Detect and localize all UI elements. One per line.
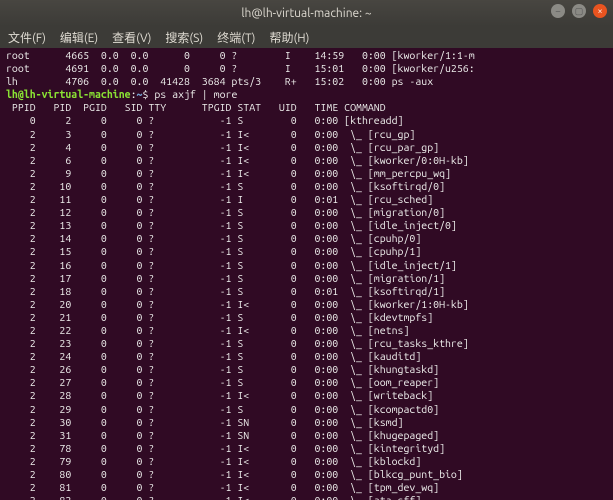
process-row: 2 16 0 0 ? -1 S 0 0:00 \_ [idle_inject/1… xyxy=(6,260,607,273)
prompt-line: lh@lh-virtual-machine:~$ ps axjf | more xyxy=(6,89,607,102)
process-row: 2 14 0 0 ? -1 S 0 0:00 \_ [cpuhp/0] xyxy=(6,233,607,246)
process-row: 2 9 0 0 ? -1 I< 0 0:00 \_ [mm_percpu_wq] xyxy=(6,168,607,181)
process-row: root 4665 0.0 0.0 0 0 ? I 14:59 0:00 [kw… xyxy=(6,50,607,63)
process-row: 2 6 0 0 ? -1 I< 0 0:00 \_ [kworker/0:0H-… xyxy=(6,155,607,168)
process-row: root 4691 0.0 0.0 0 0 ? I 15:01 0:00 [kw… xyxy=(6,63,607,76)
process-row: 2 28 0 0 ? -1 I< 0 0:00 \_ [writeback] xyxy=(6,390,607,403)
process-row: 2 17 0 0 ? -1 S 0 0:00 \_ [migration/1] xyxy=(6,273,607,286)
process-row: 2 22 0 0 ? -1 I< 0 0:00 \_ [netns] xyxy=(6,325,607,338)
minimize-button[interactable]: – xyxy=(551,4,565,18)
process-row: 2 18 0 0 ? -1 S 0 0:01 \_ [ksoftirqd/1] xyxy=(6,286,607,299)
process-row: 2 78 0 0 ? -1 I< 0 0:00 \_ [kintegrityd] xyxy=(6,443,607,456)
process-row: 0 2 0 0 ? -1 S 0 0:00 [kthreadd] xyxy=(6,115,607,128)
process-row: 2 15 0 0 ? -1 S 0 0:00 \_ [cpuhp/1] xyxy=(6,246,607,259)
menu-view[interactable]: 查看(V) xyxy=(112,29,151,46)
maximize-button[interactable]: ▢ xyxy=(572,4,586,18)
process-row: 2 13 0 0 ? -1 S 0 0:00 \_ [idle_inject/0… xyxy=(6,220,607,233)
process-row: lh 4706 0.0 0.0 41428 3684 pts/3 R+ 15:0… xyxy=(6,76,607,89)
process-row: 2 81 0 0 ? -1 I< 0 0:00 \_ [tpm_dev_wq] xyxy=(6,482,607,495)
process-row: 2 29 0 0 ? -1 S 0 0:00 \_ [kcompactd0] xyxy=(6,404,607,417)
process-row: 2 82 0 0 ? -1 I< 0 0:00 \_ [ata_sff] xyxy=(6,495,607,500)
close-button[interactable]: × xyxy=(593,4,607,18)
process-row: 2 23 0 0 ? -1 S 0 0:00 \_ [rcu_tasks_kth… xyxy=(6,338,607,351)
process-row: 2 80 0 0 ? -1 I< 0 0:00 \_ [blkcg_punt_b… xyxy=(6,469,607,482)
menubar: 文件(F) 编辑(E) 查看(V) 搜索(S) 终端(T) 帮助(H) xyxy=(0,26,613,48)
process-row: 2 27 0 0 ? -1 S 0 0:00 \_ [oom_reaper] xyxy=(6,377,607,390)
menu-terminal[interactable]: 终端(T) xyxy=(217,29,255,46)
process-row: 2 3 0 0 ? -1 I< 0 0:00 \_ [rcu_gp] xyxy=(6,129,607,142)
prompt-user: lh@lh-virtual-machine xyxy=(6,89,131,101)
process-row: 2 26 0 0 ? -1 S 0 0:00 \_ [khungtaskd] xyxy=(6,364,607,377)
process-row: 2 24 0 0 ? -1 S 0 0:00 \_ [kauditd] xyxy=(6,351,607,364)
menu-file[interactable]: 文件(F) xyxy=(8,29,46,46)
titlebar[interactable]: lh@lh-virtual-machine: ~ – ▢ × xyxy=(0,0,613,26)
process-row: 2 4 0 0 ? -1 I< 0 0:00 \_ [rcu_par_gp] xyxy=(6,142,607,155)
menu-edit[interactable]: 编辑(E) xyxy=(60,29,98,46)
window-controls: – ▢ × xyxy=(551,4,607,18)
window-title: lh@lh-virtual-machine: ~ xyxy=(241,7,371,20)
process-row: 2 30 0 0 ? -1 SN 0 0:00 \_ [ksmd] xyxy=(6,417,607,430)
process-row: 2 31 0 0 ? -1 SN 0 0:00 \_ [khugepaged] xyxy=(6,430,607,443)
process-row: 2 10 0 0 ? -1 S 0 0:00 \_ [ksoftirqd/0] xyxy=(6,181,607,194)
process-row: 2 20 0 0 ? -1 I< 0 0:00 \_ [kworker/1:0H… xyxy=(6,299,607,312)
process-row: 2 11 0 0 ? -1 I 0 0:01 \_ [rcu_sched] xyxy=(6,194,607,207)
menu-help[interactable]: 帮助(H) xyxy=(269,29,309,46)
process-row: 2 79 0 0 ? -1 I< 0 0:00 \_ [kblockd] xyxy=(6,456,607,469)
prompt-command: ps axjf | more xyxy=(148,89,237,101)
process-row: 2 21 0 0 ? -1 S 0 0:00 \_ [kdevtmpfs] xyxy=(6,312,607,325)
terminal-area[interactable]: root 4665 0.0 0.0 0 0 ? I 14:59 0:00 [kw… xyxy=(0,48,613,500)
process-row: 2 12 0 0 ? -1 S 0 0:00 \_ [migration/0] xyxy=(6,207,607,220)
ps-header: PPID PID PGID SID TTY TPGID STAT UID TIM… xyxy=(6,102,607,115)
terminal-window: lh@lh-virtual-machine: ~ – ▢ × 文件(F) 编辑(… xyxy=(0,0,613,500)
menu-search[interactable]: 搜索(S) xyxy=(165,29,203,46)
